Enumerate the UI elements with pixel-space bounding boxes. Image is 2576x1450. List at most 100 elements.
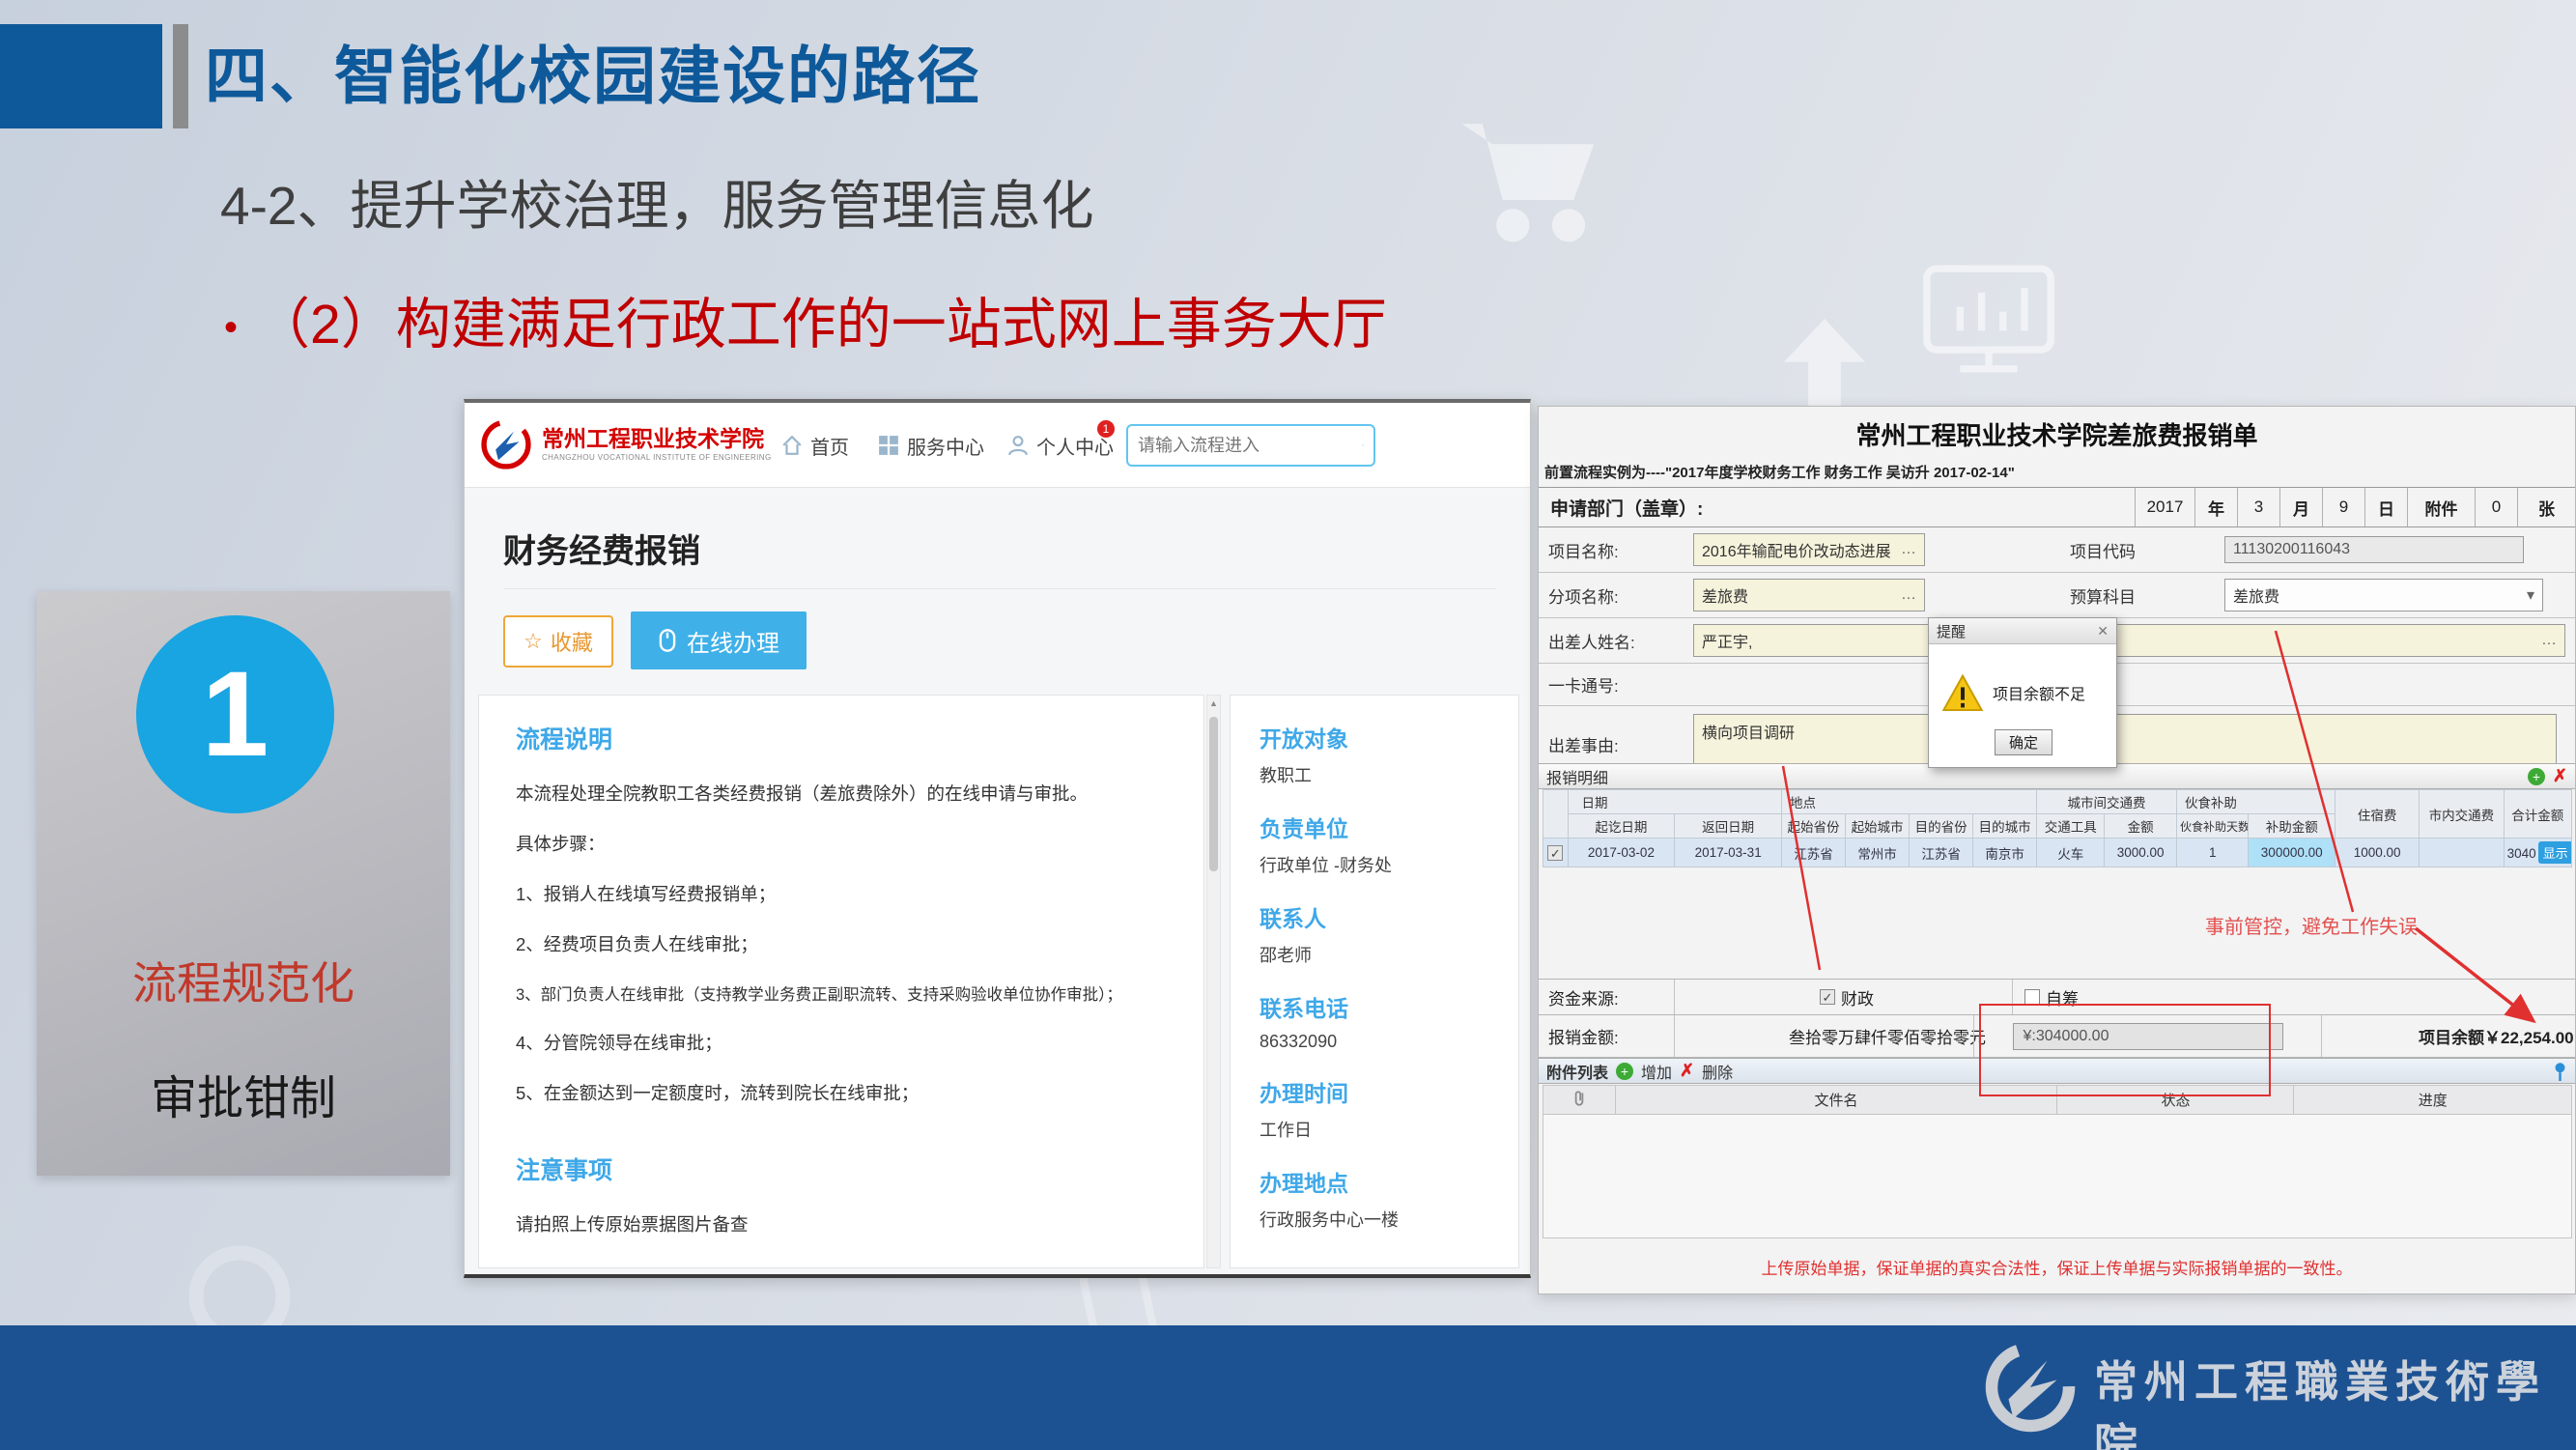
col-city-traffic: 市内交通费 (2420, 790, 2504, 839)
popup-ok-button[interactable]: 确定 (1995, 729, 2052, 755)
ellipsis-icon[interactable]: … (1901, 541, 1916, 558)
nav-service-label: 服务中心 (907, 432, 984, 460)
total-value: 3040 (2507, 846, 2536, 861)
delete-attachment-label[interactable]: 删除 (1702, 1060, 1733, 1083)
project-name-field[interactable]: 2016年输配电价改动态进展研究 … (1693, 533, 1925, 566)
star-icon: ☆ (524, 629, 543, 654)
info-label: 联系人 (1260, 900, 1489, 933)
info-value: 工作日 (1260, 1117, 1489, 1142)
popup-close-icon[interactable]: ✕ (2097, 623, 2109, 640)
budget-subject-select[interactable]: 差旅费 ▾ (2224, 579, 2543, 611)
add-attachment-icon[interactable]: + (1616, 1063, 1633, 1080)
project-code-label: 项目代码 (2060, 527, 2215, 573)
search-input[interactable] (1138, 436, 1362, 456)
funding-option-finance[interactable]: ✓财政 (1674, 980, 2012, 1014)
portal-topbar: 常州工程职业技术学院 CHANGZHOU VOCATIONAL INSTITUT… (465, 403, 1530, 488)
pre-process-note: 前置流程实例为----"2017年度学校财务工作 财务工作 吴访升 2017-0… (1544, 462, 2015, 482)
attach-col-progress: 进度 (2294, 1086, 2572, 1115)
attachment-heading: 附件列表 (1546, 1060, 1608, 1083)
info-label: 办理时间 (1260, 1075, 1489, 1108)
budget-subject-value: 差旅费 (2233, 583, 2279, 607)
cell-total: 3040显示 (2504, 839, 2571, 867)
red-annotation: 事前管控，避免工作失误 (2205, 911, 2418, 939)
project-code-field: 11130200116043 (2224, 536, 2524, 563)
col-group-transport: 城市间交通费 (2037, 790, 2177, 814)
date-day-unit: 日 (2364, 488, 2407, 526)
slide-subtitle: 4-2、提升学校治理，服务管理信息化 (220, 162, 1094, 240)
traveler-field[interactable]: 严正宇, … (1693, 624, 2565, 657)
favorite-button[interactable]: ☆ 收藏 (503, 615, 613, 668)
cell-amount: 3000.00 (2105, 839, 2177, 867)
subitem-field[interactable]: 差旅费… (1693, 579, 1925, 611)
col-to-city: 目的城市 (1973, 814, 2037, 839)
dropdown-arrow-icon[interactable]: ▾ (2527, 585, 2534, 605)
cell-from-city: 常州市 (1846, 839, 1910, 867)
ellipsis-icon[interactable]: … (2541, 632, 2557, 649)
attachment-table: 文件名 状态 进度 (1543, 1085, 2572, 1238)
date-day: 9 (2322, 488, 2364, 526)
search-icon[interactable] (1362, 434, 1364, 457)
process-heading: 流程说明 (516, 721, 1167, 755)
portal-logo-cn: 常州工程职业技术学院 (542, 420, 772, 453)
process-intro: 本流程处理全院教职工各类经费报销（差旅费除外）的在线申请与审批。 (516, 781, 1167, 806)
cell-subsidy: 300000.00 (2249, 839, 2335, 867)
popup-title: 提醒 (1937, 621, 1966, 641)
card-number-field[interactable] (1684, 664, 2575, 706)
alert-popup: 提醒 ✕ 项目余额不足 确定 (1928, 617, 2117, 768)
detail-row[interactable]: ✓ 2017-03-02 2017-03-31 江苏省 常州市 江苏省 南京市 … (1543, 839, 2572, 867)
footer-logo-icon (1982, 1339, 2079, 1436)
attachment-empty-body (1543, 1115, 2572, 1238)
nav-home[interactable]: 首页 (781, 403, 849, 488)
traveler-value: 严正宇, (1702, 629, 1752, 652)
row-checkbox[interactable]: ✓ (1547, 845, 1563, 861)
funding-label: 资金来源: (1539, 985, 1674, 1009)
reimbursement-form-screenshot: 常州工程职业技术学院差旅费报销单 前置流程实例为----"2017年度学校财务工… (1538, 406, 2576, 1294)
col-to-province: 目的省份 (1910, 814, 1973, 839)
red-highlight-rectangle (1979, 1004, 2271, 1096)
notification-badge[interactable]: 1 (1097, 420, 1115, 438)
add-attachment-label[interactable]: 增加 (1641, 1060, 1672, 1083)
nav-personal-center[interactable]: 个人中心 (1007, 403, 1114, 488)
scroll-up-arrow[interactable]: ▲ (1207, 696, 1220, 711)
form-title: 常州工程职业技术学院差旅费报销单 (1539, 416, 2575, 452)
cell-start-date: 2017-03-02 (1568, 839, 1675, 867)
process-step: 5、在金额达到一定额度时，流转到院长在线审批； (516, 1080, 1167, 1105)
project-code-value: 11130200116043 (2233, 541, 2350, 558)
info-label: 负责单位 (1260, 810, 1489, 843)
cell-to-province: 江苏省 (1910, 839, 1973, 867)
scrollbar[interactable]: ▲ (1206, 695, 1221, 1268)
apply-dept-label: 申请部门（盖章）: (1539, 495, 1703, 521)
detail-heading: 报销明细 (1546, 765, 1608, 788)
info-value: 行政服务中心一楼 (1260, 1207, 1489, 1232)
select-column-header (1543, 790, 1569, 839)
corner-accent-block (0, 24, 162, 128)
bullet-text: （2）构建满足行政工作的一站式网上事务大厅 (255, 294, 1387, 355)
info-label: 办理地点 (1260, 1165, 1489, 1198)
col-meal-days: 伙食补助天数 (2176, 814, 2249, 839)
project-name-value: 2016年输配电价改动态进展研究 (1702, 538, 1891, 561)
process-step: 3、部门负责人在线审批（支持教学业务费正副职流转、支持采购验收单位协作审批）； (516, 981, 1167, 1005)
paperclip-icon (1543, 1086, 1616, 1115)
nav-service-center[interactable]: 服务中心 (878, 403, 984, 488)
pin-icon[interactable] (2553, 1062, 2567, 1081)
portal-screenshot: 常州工程职业技术学院 CHANGZHOU VOCATIONAL INSTITUT… (464, 399, 1531, 1278)
step-number: 1 (202, 645, 269, 783)
favorite-label: 收藏 (551, 626, 593, 657)
delete-attachment-icon[interactable]: ✗ (1680, 1061, 1694, 1081)
col-group-place: 地点 (1782, 790, 2037, 814)
ellipsis-icon[interactable]: … (1901, 586, 1916, 604)
checkbox-checked-icon[interactable]: ✓ (1820, 989, 1835, 1005)
delete-row-icon[interactable]: ✗ (2553, 766, 2567, 786)
checkbox-unchecked-icon[interactable] (2024, 989, 2040, 1005)
info-value: 行政单位 -财务处 (1260, 852, 1489, 877)
online-handle-button[interactable]: 在线办理 (631, 611, 807, 669)
process-description-panel: 流程说明 本流程处理全院教职工各类经费报销（差旅费除外）的在线申请与审批。 具体… (478, 695, 1204, 1268)
subitem-label: 分项名称: (1539, 573, 1684, 618)
add-row-icon[interactable]: + (2528, 768, 2545, 785)
scrollbar-thumb[interactable] (1209, 717, 1218, 871)
footer-logo-cn: 常州工程職業技術學院 (2094, 1347, 2576, 1450)
show-button[interactable]: 显示 (2538, 841, 2572, 864)
col-end-date: 返回日期 (1675, 814, 1782, 839)
step-number-circle: 1 (136, 615, 334, 813)
online-label: 在线办理 (687, 624, 779, 658)
